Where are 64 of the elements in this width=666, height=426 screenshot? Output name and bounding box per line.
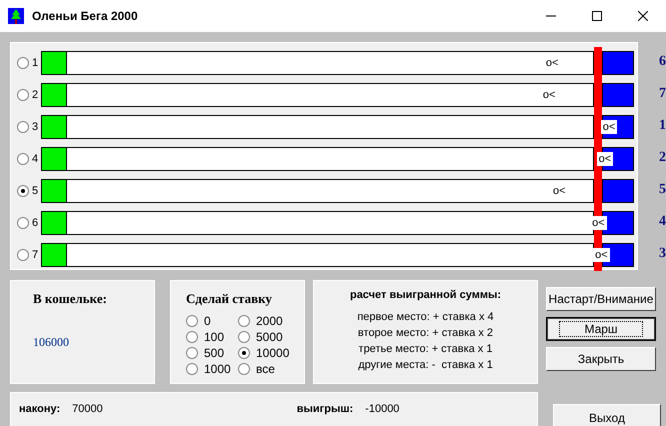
- place-number: 7: [658, 85, 666, 103]
- maximize-icon[interactable]: [592, 11, 602, 21]
- bet-radio[interactable]: [186, 347, 198, 359]
- deer-marker: o<: [600, 120, 618, 134]
- lane-number: 4: [30, 153, 40, 165]
- place-number: 5: [658, 181, 666, 199]
- lane-radio[interactable]: [17, 153, 29, 165]
- goal-block: [602, 83, 634, 107]
- action-button[interactable]: Закрыть: [546, 347, 656, 371]
- lane-number: 2: [30, 89, 40, 101]
- bet-option-label[interactable]: 100: [204, 330, 224, 344]
- bet-title: Сделай ставку: [186, 291, 273, 307]
- bet-radio[interactable]: [186, 331, 198, 343]
- bet-option-label[interactable]: 500: [204, 346, 224, 360]
- payout-title: расчет выигранной суммы:: [350, 289, 502, 301]
- bet-option-label[interactable]: 5000: [256, 330, 283, 344]
- lane-number: 3: [30, 121, 40, 133]
- goal-block: [602, 51, 634, 75]
- bet-option-label[interactable]: 1000: [204, 362, 231, 376]
- place-number: 6: [658, 53, 666, 71]
- bet-radio[interactable]: [186, 363, 198, 375]
- payout-rule: первое место: + ставка x 4: [357, 310, 494, 325]
- bet-radio[interactable]: [238, 347, 250, 359]
- tree-icon: [8, 8, 24, 24]
- deer-marker: o<: [596, 152, 614, 166]
- bet-option-label[interactable]: 10000: [256, 346, 290, 360]
- lane-number: 5: [30, 185, 40, 197]
- close-icon[interactable]: [638, 11, 648, 21]
- place-number: 1: [658, 117, 666, 135]
- lane-radio[interactable]: [17, 249, 29, 261]
- bet-option-label[interactable]: 2000: [256, 314, 283, 328]
- wallet-label: В кошельке:: [33, 291, 108, 307]
- payout-rule: третье место: + ставка x 1: [358, 342, 492, 357]
- lane-radio[interactable]: [17, 217, 29, 229]
- place-number: 4: [658, 213, 666, 231]
- winnings-label: выигрыш:: [296, 403, 354, 415]
- bet-radio[interactable]: [238, 315, 250, 327]
- place-number: 2: [658, 149, 666, 167]
- winnings-value: -10000: [365, 403, 400, 415]
- window-title: Оленьи Бега 2000: [32, 9, 138, 23]
- lane-radio[interactable]: [17, 185, 29, 197]
- deer-marker: o<: [590, 216, 607, 230]
- lane-number: 6: [30, 217, 40, 229]
- lane-number: 7: [30, 249, 40, 261]
- wallet-amount: 106000: [33, 335, 70, 350]
- bet-radio[interactable]: [186, 315, 198, 327]
- goal-block: [602, 179, 634, 203]
- stake-label: накону:: [19, 403, 60, 415]
- bet-option-label[interactable]: все: [256, 362, 275, 376]
- action-button[interactable]: Настарт/Внимание: [546, 287, 656, 311]
- exit-button[interactable]: Выход: [553, 404, 661, 426]
- bet-radio[interactable]: [238, 331, 250, 343]
- bet-option-label[interactable]: 0: [204, 314, 211, 328]
- stake-value: 70000: [72, 403, 103, 415]
- payout-rule: другие места: - ставка x 1: [358, 358, 493, 373]
- action-button[interactable]: Марш: [546, 317, 656, 341]
- lane-radio[interactable]: [17, 89, 29, 101]
- deer-marker: o<: [593, 248, 610, 262]
- lane-radio[interactable]: [17, 121, 29, 133]
- payout-rule: второе место: + ставка x 2: [358, 326, 494, 341]
- lane-number: 1: [30, 57, 40, 69]
- place-number: 3: [658, 245, 666, 263]
- lane-radio[interactable]: [17, 57, 29, 69]
- bet-radio[interactable]: [238, 363, 250, 375]
